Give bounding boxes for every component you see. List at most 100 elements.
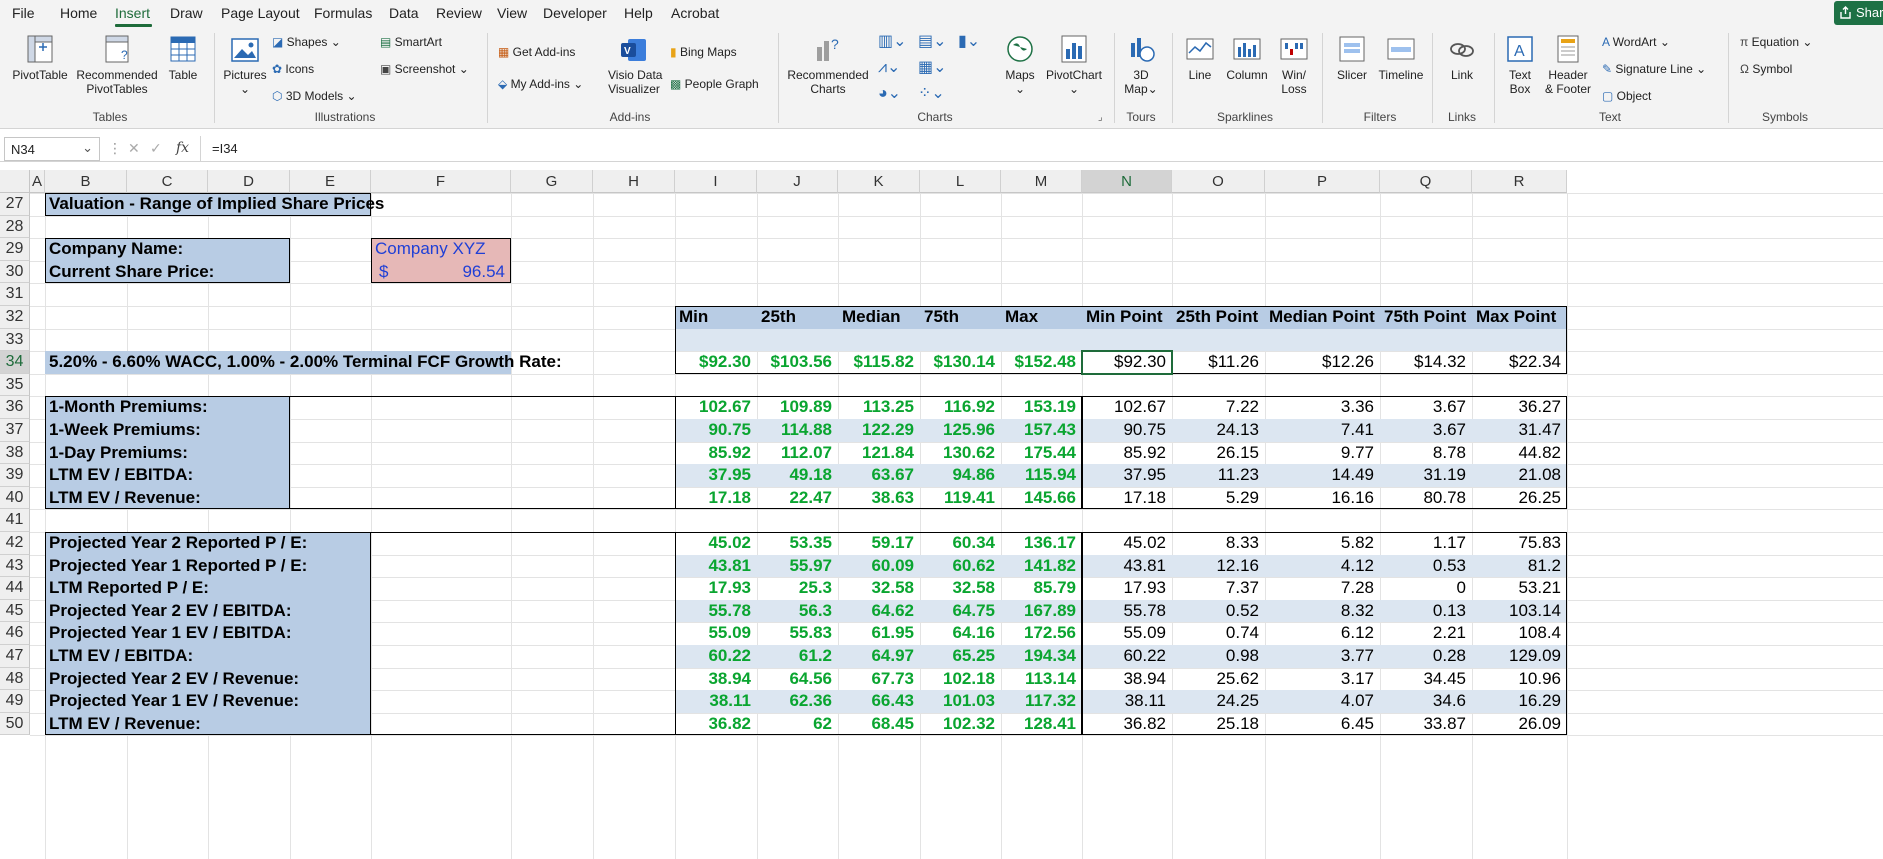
value-cell[interactable]: 129.09 [1472, 645, 1567, 668]
value-cell[interactable]: 17.93 [1082, 577, 1172, 600]
dcf-value[interactable]: $130.14 [920, 351, 1001, 374]
value-cell[interactable]: 7.22 [1172, 396, 1265, 419]
value-cell[interactable]: 38.11 [675, 690, 757, 713]
value-cell[interactable]: 43.81 [1082, 555, 1172, 578]
my-addins-button[interactable]: ⬙ My Add-ins ⌄ [498, 77, 583, 91]
column-label-r[interactable]: Max Point [1472, 306, 1567, 329]
value-cell[interactable]: 167.89 [1001, 600, 1082, 623]
dcf-value[interactable]: $103.56 [757, 351, 838, 374]
company-name-value[interactable]: Company XYZ [371, 238, 511, 261]
value-cell[interactable]: 53.21 [1472, 577, 1567, 600]
value-cell[interactable]: 3.67 [1380, 419, 1472, 442]
row-header[interactable]: 31 [0, 283, 30, 306]
value-cell[interactable]: 172.56 [1001, 622, 1082, 645]
value-cell[interactable]: 36.82 [1082, 713, 1172, 736]
row-label[interactable]: Projected Year 2 Reported P / E: [45, 532, 307, 555]
row-header[interactable]: 45 [0, 599, 30, 623]
value-cell[interactable]: 25.18 [1172, 713, 1265, 736]
value-cell[interactable]: 112.07 [757, 442, 838, 465]
value-cell[interactable]: 34.6 [1380, 690, 1472, 713]
row-header[interactable]: 28 [0, 215, 30, 239]
row-label[interactable]: Projected Year 2 EV / EBITDA: [45, 600, 292, 623]
bing-maps-button[interactable]: ▮ Bing Maps [670, 45, 737, 59]
value-cell[interactable]: 36.27 [1472, 396, 1567, 419]
row-label[interactable]: 1-Month Premiums: [45, 396, 208, 419]
value-cell[interactable]: 55.78 [675, 600, 757, 623]
dcf-value[interactable]: $11.26 [1172, 351, 1265, 374]
row-header[interactable]: 41 [0, 509, 30, 532]
value-cell[interactable]: 24.13 [1172, 419, 1265, 442]
column-header[interactable]: A [30, 170, 45, 193]
value-cell[interactable]: 60.22 [675, 645, 757, 668]
row-label[interactable]: LTM Reported P / E: [45, 577, 209, 600]
column-header[interactable]: N [1082, 170, 1172, 193]
row-header[interactable]: 37 [0, 419, 30, 442]
value-cell[interactable]: 5.29 [1172, 487, 1265, 510]
value-cell[interactable]: 75.83 [1472, 532, 1567, 555]
value-cell[interactable]: 85.92 [1082, 442, 1172, 465]
value-cell[interactable]: 26.25 [1472, 487, 1567, 510]
value-cell[interactable]: 45.02 [1082, 532, 1172, 555]
row-label[interactable]: Projected Year 1 Reported P / E: [45, 555, 307, 578]
value-cell[interactable]: 31.47 [1472, 419, 1567, 442]
value-cell[interactable]: 125.96 [920, 419, 1001, 442]
people-graph-button[interactable]: ▩ People Graph [670, 77, 759, 91]
row-header[interactable]: 32 [0, 306, 30, 329]
value-cell[interactable]: 6.12 [1265, 622, 1380, 645]
value-cell[interactable]: 32.58 [838, 577, 920, 600]
value-cell[interactable]: 32.58 [920, 577, 1001, 600]
column-header[interactable]: J [757, 170, 838, 193]
pivotchart-button[interactable]: PivotChart ⌄ [1044, 33, 1104, 96]
value-cell[interactable]: 38.11 [1082, 690, 1172, 713]
value-cell[interactable]: 3.77 [1265, 645, 1380, 668]
menu-review[interactable]: Review [436, 5, 482, 21]
column-header[interactable]: L [920, 170, 1001, 193]
value-cell[interactable]: 136.17 [1001, 532, 1082, 555]
value-cell[interactable]: 117.32 [1001, 690, 1082, 713]
value-cell[interactable]: 38.63 [838, 487, 920, 510]
row-header[interactable]: 44 [0, 577, 30, 600]
value-cell[interactable]: 53.35 [757, 532, 838, 555]
value-cell[interactable]: 145.66 [1001, 487, 1082, 510]
chevron-down-icon[interactable]: ⌄ [82, 140, 93, 156]
row-header[interactable]: 39 [0, 464, 30, 487]
3d-models-button[interactable]: ⬡ 3D Models ⌄ [272, 89, 357, 103]
value-cell[interactable]: 7.28 [1265, 577, 1380, 600]
value-cell[interactable]: 67.73 [838, 668, 920, 691]
row-header[interactable]: 27 [0, 193, 30, 216]
value-cell[interactable]: 17.93 [675, 577, 757, 600]
value-cell[interactable]: 8.78 [1380, 442, 1472, 465]
row-label[interactable]: 1-Week Premiums: [45, 419, 201, 442]
row-label[interactable]: LTM EV / EBITDA: [45, 645, 193, 668]
value-cell[interactable]: 49.18 [757, 464, 838, 487]
sheet-title[interactable]: Valuation - Range of Implied Share Price… [45, 193, 384, 216]
value-cell[interactable]: 0.28 [1380, 645, 1472, 668]
dcf-value[interactable]: $115.82 [838, 351, 920, 374]
value-cell[interactable]: 17.18 [675, 487, 757, 510]
value-cell[interactable]: 64.56 [757, 668, 838, 691]
row-header[interactable]: 33 [0, 328, 30, 352]
header-footer-button[interactable]: Header & Footer [1544, 33, 1592, 96]
value-cell[interactable]: 81.2 [1472, 555, 1567, 578]
value-cell[interactable]: 64.75 [920, 600, 1001, 623]
value-cell[interactable]: 62 [757, 713, 838, 736]
value-cell[interactable]: 4.12 [1265, 555, 1380, 578]
row-label[interactable]: LTM EV / Revenue: [45, 713, 201, 736]
value-cell[interactable]: 38.94 [1082, 668, 1172, 691]
column-header[interactable]: E [290, 170, 371, 193]
column-header[interactable]: D [208, 170, 290, 193]
object-button[interactable]: ▢ Object [1602, 89, 1651, 103]
row-label[interactable]: LTM EV / EBITDA: [45, 464, 193, 487]
value-cell[interactable]: 60.34 [920, 532, 1001, 555]
value-cell[interactable]: 90.75 [1082, 419, 1172, 442]
column-header[interactable]: R [1472, 170, 1567, 193]
signature-line-button[interactable]: ✎ Signature Line ⌄ [1602, 62, 1706, 76]
value-cell[interactable]: 8.33 [1172, 532, 1265, 555]
share-price-label[interactable]: Current Share Price: [45, 261, 214, 284]
menu-page-layout[interactable]: Page Layout [221, 5, 300, 21]
value-cell[interactable]: 60.62 [920, 555, 1001, 578]
row-header[interactable]: 38 [0, 441, 30, 465]
value-cell[interactable]: 55.09 [675, 622, 757, 645]
value-cell[interactable]: 122.29 [838, 419, 920, 442]
value-cell[interactable]: 36.82 [675, 713, 757, 736]
